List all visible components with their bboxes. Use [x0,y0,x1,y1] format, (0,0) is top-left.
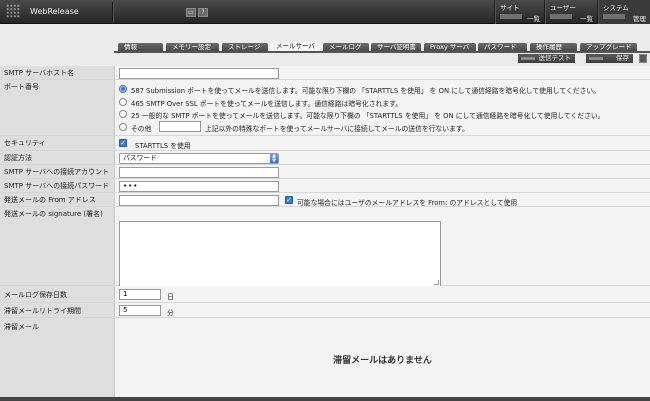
select-arrows-icon: ▲ ▼ [270,154,278,163]
port-25-radio[interactable] [119,110,127,118]
auth-cell: パスワード ▲ ▼ [114,151,650,164]
auth-label: 認証方法 [0,151,114,164]
mail-server-form: SMTP サーバホスト名 ポート番号 587 Submission ポートを使っ… [0,66,650,401]
log-days-unit: 日 [167,293,174,301]
tab-certificate[interactable]: サーバ証明書 [371,43,421,51]
port-other-input[interactable] [159,121,201,132]
row-log-days: メールログ保存日数 1 日 [0,286,650,303]
port-other-label: その他 [131,125,152,133]
password-input[interactable]: ••• [119,181,279,192]
password-cell: ••• [114,179,650,192]
send-test-button[interactable]: 送信テスト [518,54,575,63]
signature-textarea[interactable] [119,221,441,287]
queued-mail-cell: 滞留メールはありません [114,318,650,397]
save-button[interactable]: 保存 [586,54,633,63]
nav-system[interactable]: システム 管理 [597,0,650,24]
nav-users-label: 一覧 [580,15,593,23]
send-test-label: 送信テスト [538,54,572,62]
tab-mail-log[interactable]: メールログ [323,43,369,51]
nav-users-caption: ユーザー [550,4,576,12]
nav-users[interactable]: ユーザー 一覧 [544,0,597,24]
row-auth: 認証方法 パスワード ▲ ▼ [0,151,650,165]
tab-memory[interactable]: メモリー設定 [166,43,219,51]
row-queued-mail: 滞留メール 滞留メールはありません [0,318,650,397]
tab-password[interactable]: パスワード [478,43,527,51]
log-days-label: メールログ保存日数 [0,286,114,302]
window-icon[interactable]: ▭ [186,8,196,17]
security-cell: ✓ STARTTLS を使用 [114,136,650,150]
button-bar-icon [589,57,603,60]
no-queued-mail-message: 滞留メールはありません [333,356,432,366]
smtp-host-label: SMTP サーバホスト名 [0,66,114,79]
password-label: SMTP サーバへの接続パスワード [0,179,114,192]
from-label: 発送メールの From アドレス [0,193,114,206]
use-user-address-checkbox[interactable]: ✓ [285,196,293,204]
port-cell: 587 Submission ポートを使ってメールを送信します。可能な限り下欄の… [114,80,650,135]
tab-history[interactable]: 操作履歴 [530,43,577,51]
log-days-cell: 1 日 [114,286,650,302]
help-icon[interactable]: ? [198,8,208,17]
row-from: 発送メールの From アドレス ✓ 可能な場合にはユーザのメールアドレスを F… [0,193,650,207]
row-retry: 滞留メールリトライ期間 5 分 [0,303,650,318]
port-25-text: 25 一般的な SMTP ポートを使ってメールを送信します。可能な限り下欄の 「… [131,112,605,120]
nav-bar-icon [603,14,625,19]
row-signature: 発送メールの signature (署名) [0,207,650,287]
tab-bar: 情報 メモリー設定 ストレージ メールサーバ メールログ サーバ証明書 Prox… [0,24,650,53]
auth-method-select[interactable]: パスワード ▲ ▼ [119,153,279,164]
retry-cell: 5 分 [114,303,650,317]
nav-sites-label: 一覧 [527,15,540,23]
signature-cell [114,207,650,287]
account-input[interactable] [119,167,279,178]
smtp-host-cell [114,66,650,79]
from-input[interactable] [119,195,279,206]
starttls-label: STARTTLS を使用 [135,142,191,150]
row-port: ポート番号 587 Submission ポートを使ってメールを送信します。可能… [0,80,650,136]
port-465-radio[interactable] [119,98,127,106]
row-account: SMTP サーバへの接続アカウント [0,165,650,179]
row-password: SMTP サーバへの接続パスワード ••• [0,179,650,193]
nav-sites[interactable]: サイト 一覧 [494,0,544,24]
save-label: 保存 [616,54,629,62]
nav-bar-icon [500,14,522,19]
row-security: セキュリティ ✓ STARTTLS を使用 [0,136,650,151]
nav-bar-icon [550,14,572,19]
action-toolbar: 送信テスト 保存 [0,52,650,65]
header-divider [112,2,113,22]
port-other-radio[interactable] [119,123,127,131]
auth-method-value: パスワード [123,154,157,162]
port-other-desc: 上記以外の特殊なポートを使ってメールサーバに接続してメールの送信を行ないます。 [205,125,469,133]
account-label: SMTP サーバへの接続アカウント [0,165,114,178]
tab-storage[interactable]: ストレージ [222,43,268,51]
security-label: セキュリティ [0,136,114,150]
queued-mail-label: 滞留メール [0,318,114,397]
resize-grip-icon[interactable] [434,280,439,285]
smtp-host-input[interactable] [119,68,279,79]
port-label: ポート番号 [0,80,114,135]
log-days-input[interactable]: 1 [119,289,161,300]
brand-title: WebRelease [30,7,79,16]
logo-icon [6,4,20,18]
print-icon[interactable] [639,54,647,63]
retry-input[interactable]: 5 [119,305,161,316]
port-587-radio[interactable] [119,85,127,93]
row-smtp-host: SMTP サーバホスト名 [0,66,650,80]
tab-upgrade[interactable]: アップグレード [580,43,637,51]
button-bar-icon [521,57,535,60]
tab-proxy[interactable]: Proxy サーバ [424,43,476,51]
retry-label: 滞留メールリトライ期間 [0,303,114,317]
use-user-address-label: 可能な場合にはユーザのメールアドレスを From: のアドレスとして使用 [297,199,518,207]
tab-info[interactable]: 情報 [118,43,163,51]
retry-unit: 分 [167,309,174,317]
bottom-strip [0,397,650,401]
nav-sites-caption: サイト [500,4,520,12]
starttls-checkbox[interactable]: ✓ [119,139,127,147]
port-587-text: 587 Submission ポートを使ってメールを送信します。可能な限り下欄の… [131,87,600,95]
account-cell [114,165,650,178]
port-465-text: 465 SMTP Over SSL ポートを使ってメールを送信します。通信経路は… [131,100,403,108]
from-cell: ✓ 可能な場合にはユーザのメールアドレスを From: のアドレスとして使用 [114,193,650,207]
top-header: WebRelease ▭ ? サイト 一覧 ユーザー 一覧 システム 管理 [0,0,650,24]
nav-system-label: 管理 [633,15,646,23]
signature-label: 発送メールの signature (署名) [0,207,114,285]
nav-system-caption: システム [603,4,629,12]
